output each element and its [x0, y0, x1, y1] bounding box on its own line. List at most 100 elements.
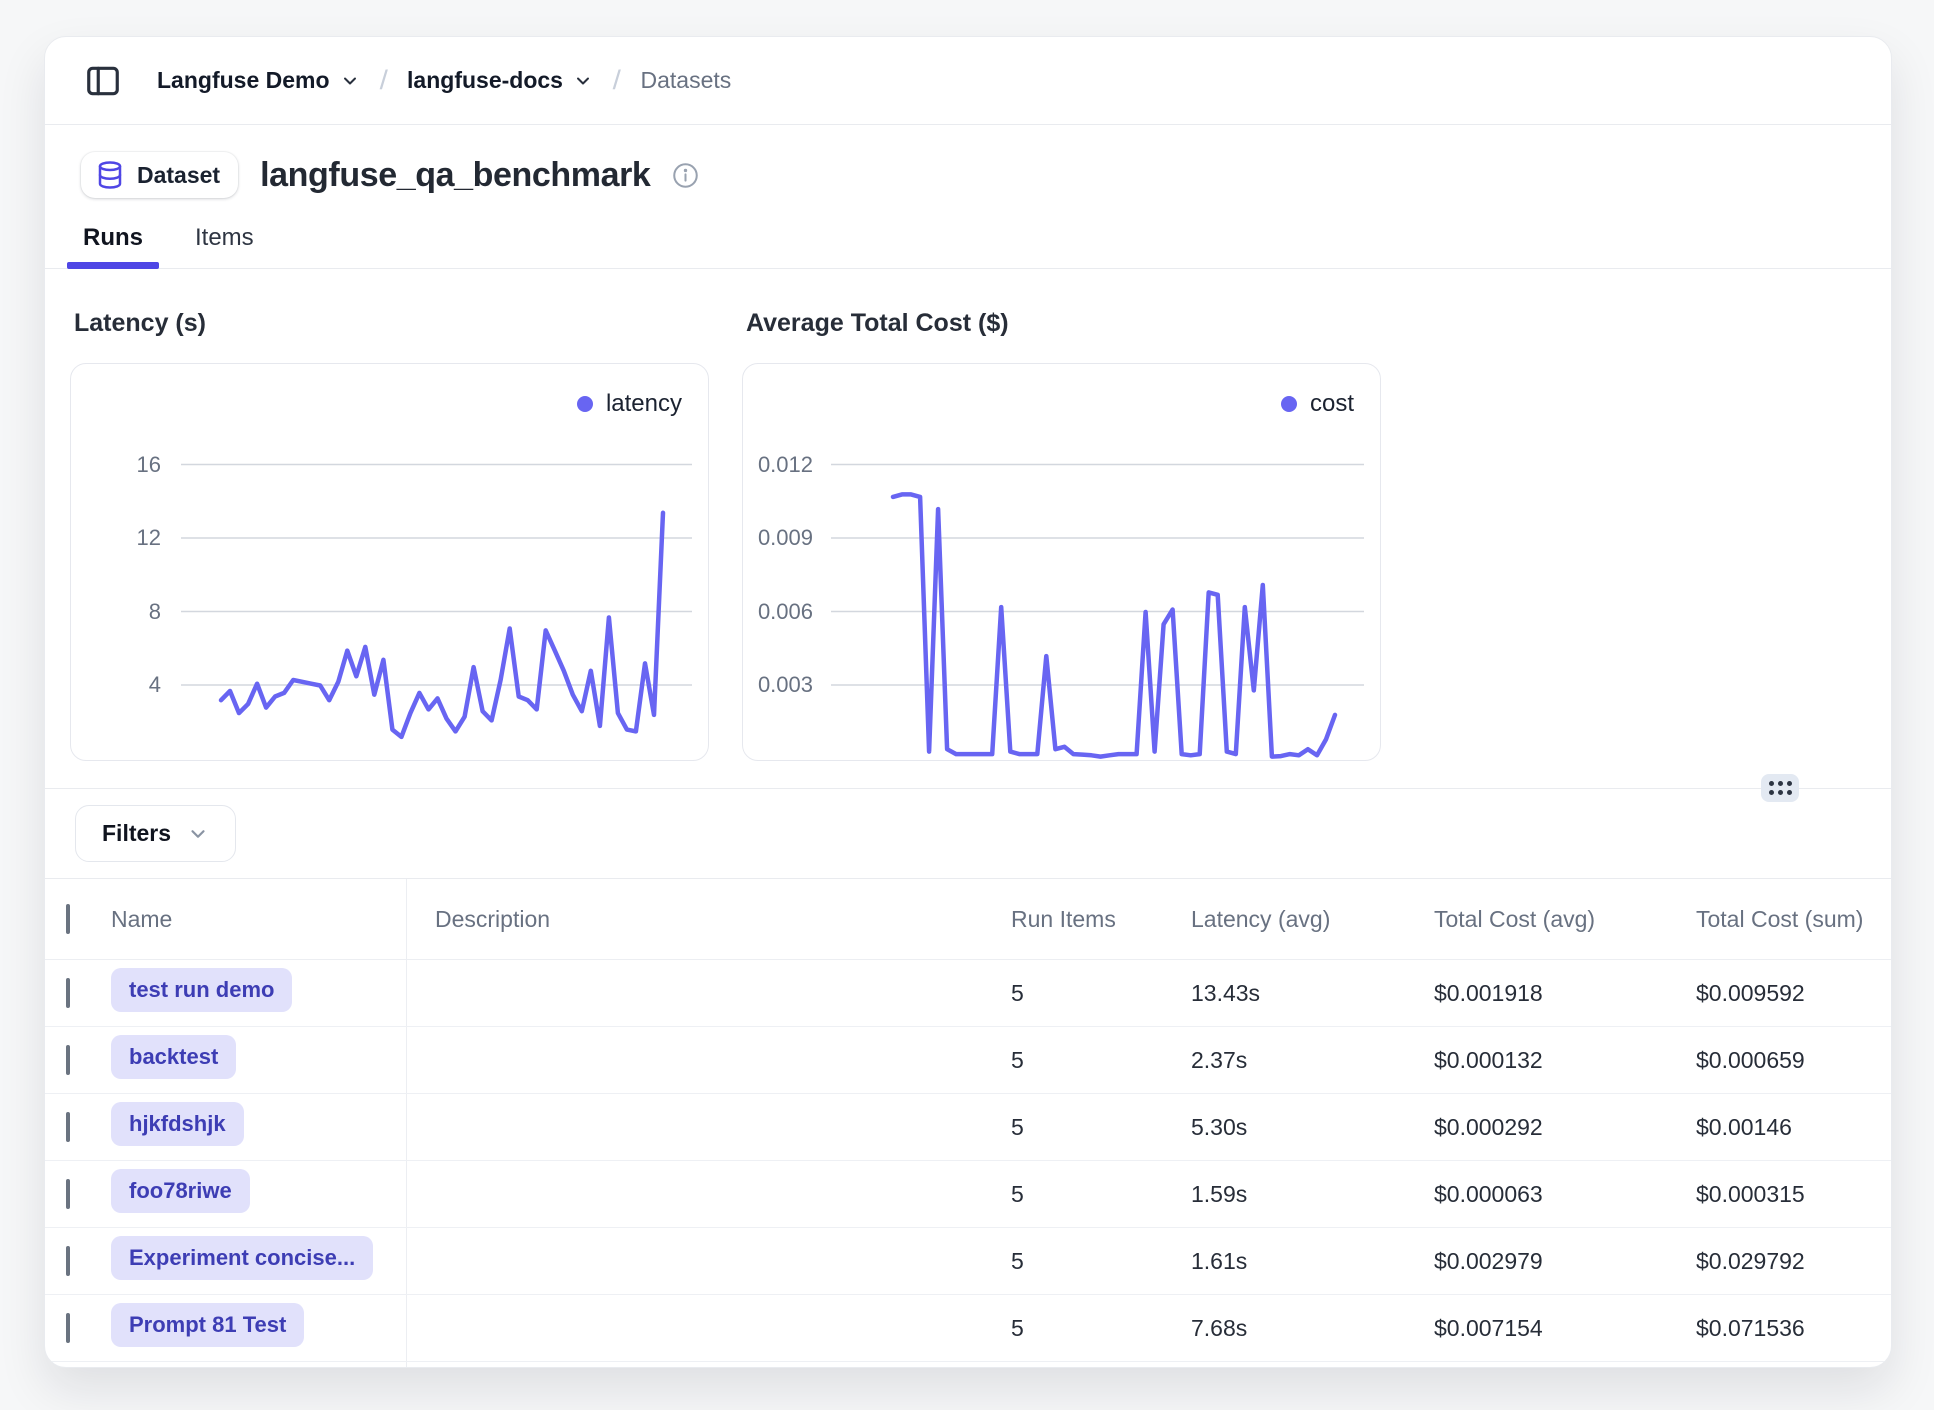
breadcrumb: Langfuse Demo / langfuse-docs / Datasets [157, 65, 731, 96]
dataset-badge-label: Dataset [137, 162, 220, 189]
tab-runs[interactable]: Runs [81, 224, 145, 268]
filters-row: Filters [45, 789, 1891, 878]
column-header-name[interactable]: Name [111, 906, 406, 933]
latency-line-chart[interactable] [71, 364, 708, 760]
run-items-cell: 5 [1011, 1114, 1191, 1141]
chevron-down-icon [187, 823, 209, 845]
latency-chart-title: Latency (s) [74, 309, 707, 339]
run-items-cell: 5 [1011, 1047, 1191, 1074]
run-name-badge[interactable]: Prompt 81 Test [111, 1303, 304, 1347]
latency-avg-cell: 13.43s [1191, 980, 1434, 1007]
table-row-partially-visible [45, 1362, 1891, 1368]
total-cost-sum-cell: $0.000315 [1696, 1181, 1891, 1208]
page-header: Dataset langfuse_qa_benchmark [81, 152, 1855, 198]
info-icon[interactable] [672, 162, 699, 189]
dataset-type-badge: Dataset [81, 152, 238, 198]
row-checkbox[interactable] [66, 1179, 70, 1209]
latency-chart-legend: latency [577, 390, 682, 418]
row-checkbox[interactable] [66, 978, 70, 1008]
breadcrumb-project-selector[interactable]: langfuse-docs [407, 67, 593, 94]
run-name-badge[interactable]: foo78riwe [111, 1169, 250, 1213]
row-checkbox[interactable] [66, 1045, 70, 1075]
chevron-down-icon [340, 71, 360, 91]
tab-items[interactable]: Items [193, 224, 256, 268]
legend-dot-icon [577, 396, 593, 412]
legend-dot-icon [1281, 396, 1297, 412]
latency-avg-cell: 7.68s [1191, 1315, 1434, 1342]
run-name-badge[interactable]: test run demo [111, 968, 292, 1012]
panel-left-icon [84, 62, 122, 100]
table-row: backtest 5 2.37s $0.000132 $0.000659 [45, 1027, 1891, 1094]
total-cost-sum-cell: $0.00146 [1696, 1114, 1891, 1141]
select-all-checkbox[interactable] [66, 904, 70, 934]
description-cell [406, 1362, 1011, 1368]
sidebar-toggle-button[interactable] [81, 59, 125, 103]
description-cell [406, 1027, 1011, 1093]
column-header-total-cost-sum[interactable]: Total Cost (sum) [1696, 906, 1891, 933]
run-items-cell: 5 [1011, 1248, 1191, 1275]
description-cell [406, 1295, 1011, 1361]
cost-chart-block: Average Total Cost ($) cost 0.012 0.009 … [742, 309, 1379, 761]
cost-chart-legend: cost [1281, 390, 1354, 418]
description-cell [406, 1094, 1011, 1160]
total-cost-avg-cell: $0.007154 [1434, 1315, 1696, 1342]
run-items-cell: 5 [1011, 980, 1191, 1007]
resize-grip-handle[interactable] [1761, 774, 1799, 802]
table-header-row: Name Description Run Items Latency (avg)… [45, 879, 1891, 960]
description-cell [406, 960, 1011, 1026]
description-cell [406, 1161, 1011, 1227]
run-name-badge[interactable]: Experiment concise... [111, 1236, 373, 1280]
total-cost-sum-cell: $0.000659 [1696, 1047, 1891, 1074]
breadcrumb-page-label: Datasets [640, 67, 731, 94]
breadcrumb-project-label: langfuse-docs [407, 67, 563, 94]
breadcrumb-page-datasets[interactable]: Datasets [640, 67, 731, 94]
row-checkbox[interactable] [66, 1313, 70, 1343]
latency-chart-block: Latency (s) latency 16 12 8 4 [70, 309, 707, 761]
section-divider [45, 788, 1891, 789]
page-title: langfuse_qa_benchmark [260, 156, 650, 195]
grip-dots-icon [1769, 781, 1792, 795]
filters-button-label: Filters [102, 820, 171, 847]
latency-avg-cell: 5.30s [1191, 1114, 1434, 1141]
runs-table: Name Description Run Items Latency (avg)… [45, 878, 1891, 1368]
charts-section: Latency (s) latency 16 12 8 4 Average To… [45, 269, 1891, 761]
total-cost-avg-cell: $0.000063 [1434, 1181, 1696, 1208]
app-window: Langfuse Demo / langfuse-docs / Datasets… [44, 36, 1892, 1368]
table-row: foo78riwe 5 1.59s $0.000063 $0.000315 [45, 1161, 1891, 1228]
table-row: test run demo 5 13.43s $0.001918 $0.0095… [45, 960, 1891, 1027]
cost-chart-title: Average Total Cost ($) [746, 309, 1379, 339]
column-header-latency-avg[interactable]: Latency (avg) [1191, 906, 1434, 933]
total-cost-sum-cell: $0.071536 [1696, 1315, 1891, 1342]
cost-line-chart[interactable] [743, 364, 1380, 760]
filters-button[interactable]: Filters [75, 805, 236, 862]
legend-label: cost [1310, 390, 1354, 418]
table-row: Experiment concise... 5 1.61s $0.002979 … [45, 1228, 1891, 1295]
table-row: Prompt 81 Test 5 7.68s $0.007154 $0.0715… [45, 1295, 1891, 1362]
total-cost-avg-cell: $0.002979 [1434, 1248, 1696, 1275]
breadcrumb-org-selector[interactable]: Langfuse Demo [157, 67, 360, 94]
row-checkbox[interactable] [66, 1112, 70, 1142]
total-cost-avg-cell: $0.000292 [1434, 1114, 1696, 1141]
table-row: hjkfdshjk 5 5.30s $0.000292 $0.00146 [45, 1094, 1891, 1161]
run-name-badge[interactable]: backtest [111, 1035, 236, 1079]
chevron-down-icon [573, 71, 593, 91]
run-items-cell: 5 [1011, 1181, 1191, 1208]
description-cell [406, 1228, 1011, 1294]
column-header-total-cost-avg[interactable]: Total Cost (avg) [1434, 906, 1696, 933]
tab-bar: Runs Items [45, 224, 1891, 269]
run-name-badge[interactable]: hjkfdshjk [111, 1102, 244, 1146]
column-header-description[interactable]: Description [406, 879, 1011, 959]
breadcrumb-separator: / [613, 65, 621, 96]
total-cost-sum-cell: $0.029792 [1696, 1248, 1891, 1275]
latency-avg-cell: 1.61s [1191, 1248, 1434, 1275]
latency-avg-cell: 1.59s [1191, 1181, 1434, 1208]
top-bar: Langfuse Demo / langfuse-docs / Datasets [45, 37, 1891, 125]
total-cost-sum-cell: $0.009592 [1696, 980, 1891, 1007]
database-icon [95, 160, 125, 190]
row-checkbox[interactable] [66, 1246, 70, 1276]
run-items-cell: 5 [1011, 1315, 1191, 1342]
latency-avg-cell: 2.37s [1191, 1047, 1434, 1074]
total-cost-avg-cell: $0.001918 [1434, 980, 1696, 1007]
column-header-run-items[interactable]: Run Items [1011, 906, 1191, 933]
total-cost-avg-cell: $0.000132 [1434, 1047, 1696, 1074]
